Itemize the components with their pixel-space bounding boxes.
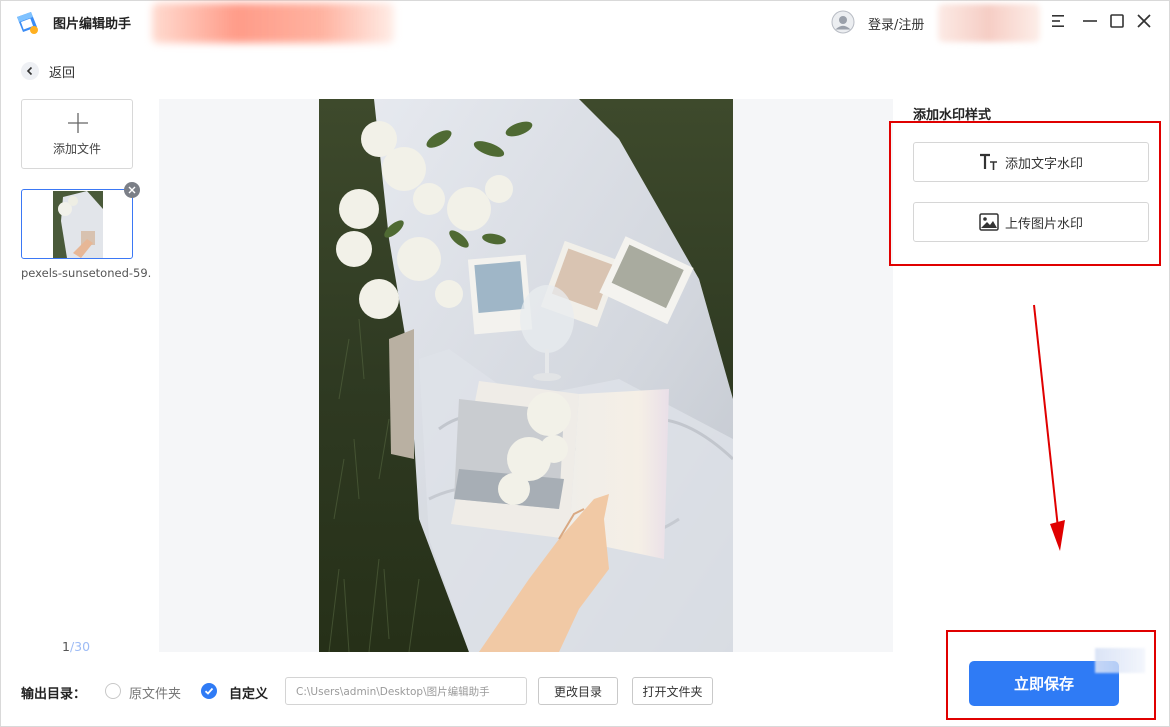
login-register-link[interactable]: 登录/注册 (868, 14, 924, 33)
remove-file-icon[interactable] (124, 182, 140, 198)
back-button[interactable]: 返回 (21, 61, 75, 81)
redacted-account-area (938, 4, 1040, 42)
annotation-arrow-icon (1033, 304, 1065, 551)
upload-image-watermark-label: 上传图片水印 (1004, 216, 1083, 232)
redacted-banner (152, 3, 394, 43)
app-title: 图片编辑助手 (53, 17, 132, 32)
user-avatar-icon[interactable] (831, 10, 855, 34)
thumbnail-image (53, 191, 103, 258)
app-logo-icon (17, 12, 38, 34)
plus-icon (68, 113, 88, 133)
add-text-watermark-button[interactable]: 添加文字水印 (913, 142, 1149, 182)
radio-original-folder[interactable] (105, 683, 121, 699)
check-icon (204, 687, 214, 695)
menu-icon[interactable] (1049, 12, 1067, 30)
text-format-icon (979, 153, 997, 170)
page-total: /30 (69, 639, 91, 654)
open-folder-button[interactable]: 打开文件夹 (632, 677, 713, 705)
radio-custom-folder[interactable] (201, 683, 217, 699)
option-custom-folder-label[interactable]: 自定义 (229, 683, 268, 702)
image-icon (979, 213, 999, 231)
chevron-left-icon (21, 62, 39, 80)
add-text-watermark-label: 添加文字水印 (1004, 156, 1083, 172)
output-path-input[interactable] (285, 677, 527, 705)
output-dir-label: 输出目录： (21, 687, 87, 702)
page-current: 1 (62, 639, 70, 654)
close-icon[interactable] (1135, 12, 1153, 30)
file-name: pexels-sunsetoned-59... (21, 266, 151, 280)
minimize-icon[interactable] (1081, 12, 1099, 30)
title-bar: 图片编辑助手 登录/注册 (0, 0, 1170, 44)
option-original-folder-label[interactable]: 原文件夹 (129, 683, 181, 702)
back-label: 返回 (49, 65, 76, 81)
add-file-button[interactable]: 添加文件 (21, 99, 133, 169)
file-thumbnail[interactable] (21, 189, 133, 259)
page-counter: 1/30 (62, 639, 90, 654)
change-dir-button[interactable]: 更改目录 (538, 677, 618, 705)
upload-image-watermark-button[interactable]: 上传图片水印 (913, 202, 1149, 242)
preview-image (319, 99, 733, 652)
add-file-label: 添加文件 (52, 142, 101, 156)
redacted-badge (1095, 648, 1145, 673)
maximize-icon[interactable] (1108, 12, 1126, 30)
